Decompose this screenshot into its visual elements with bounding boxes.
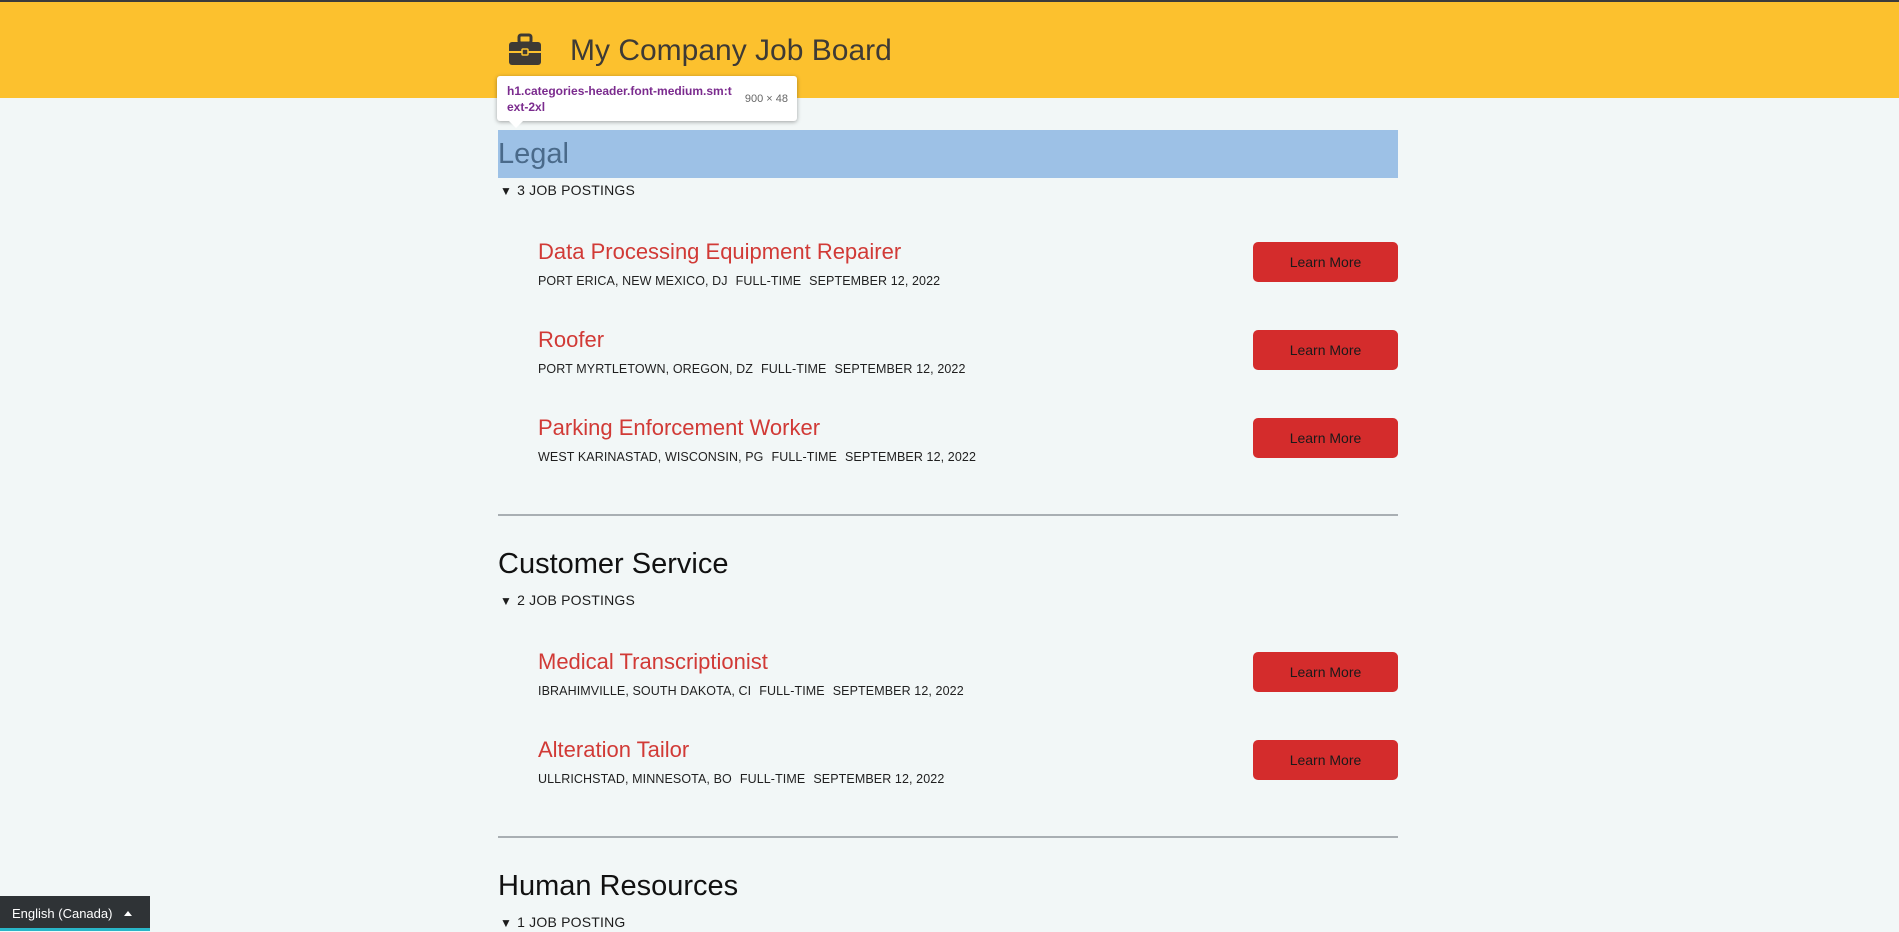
job-type: FULL-TIME [759, 684, 825, 698]
category-header-legal: Legal [498, 130, 1398, 178]
caret-up-icon [124, 911, 132, 916]
job-type: FULL-TIME [735, 274, 802, 288]
postings-count-label: 2 JOB POSTINGS [517, 592, 636, 608]
postings-toggle-legal[interactable]: ▼ 3 JOB POSTINGS [500, 181, 635, 200]
triangle-down-icon: ▼ [500, 184, 513, 198]
job-title-link[interactable]: Roofer [538, 326, 604, 354]
briefcase-icon [509, 33, 541, 65]
learn-more-button[interactable]: Learn More [1253, 652, 1398, 692]
devtools-element-tooltip: h1.categories-header.font-medium.sm:text… [497, 76, 797, 128]
job-type: FULL-TIME [739, 772, 806, 786]
job-date: SEPTEMBER 12, 2022 [834, 362, 966, 376]
tooltip-selector-text: h1.categories-header.font-medium.sm:text… [507, 84, 732, 114]
job-type: FULL-TIME [771, 450, 837, 464]
job-location: WEST KARINASTAD, WISCONSIN, PG [538, 450, 764, 464]
category-header-human-resources: Human Resources [498, 870, 739, 902]
learn-more-button[interactable]: Learn More [1253, 740, 1398, 780]
job-title-link[interactable]: Data Processing Equipment Repairer [538, 238, 901, 266]
job-meta: PORT ERICA, NEW MEXICO, DJ FULL-TIME SEPTE… [538, 273, 948, 289]
triangle-down-icon: ▼ [500, 594, 513, 608]
postings-toggle-customer-service[interactable]: ▼ 2 JOB POSTINGS [500, 591, 635, 610]
job-location: PORT ERICA, NEW MEXICO, DJ [538, 274, 728, 288]
job-meta: PORT MYRTLETOWN, OREGON, DZ FULL-TIME SEPT… [538, 361, 974, 377]
job-location: ULLRICHSTAD, MINNESOTA, BO [538, 772, 732, 786]
postings-toggle-human-resources[interactable]: ▼ 1 JOB POSTING [500, 913, 625, 932]
postings-count-label: 3 JOB POSTINGS [517, 182, 636, 198]
learn-more-button[interactable]: Learn More [1253, 418, 1398, 458]
job-meta: WEST KARINASTAD, WISCONSIN, PG FULL-TIME S… [538, 449, 984, 465]
language-label: English (Canada) [12, 906, 113, 921]
job-title-link[interactable]: Parking Enforcement Worker [538, 414, 820, 442]
job-meta: ULLRICHSTAD, MINNESOTA, BO FULL-TIME SEPTE… [538, 771, 952, 787]
site-title[interactable]: My Company Job Board [570, 31, 892, 71]
postings-count-label: 1 JOB POSTING [517, 914, 626, 930]
site-header: My Company Job Board [0, 2, 1899, 98]
job-date: SEPTEMBER 12, 2022 [832, 684, 964, 698]
section-divider [498, 836, 1398, 838]
learn-more-button[interactable]: Learn More [1253, 242, 1398, 282]
job-meta: IBRAHIMVILLE, SOUTH DAKOTA, CI FULL-TIME S… [538, 683, 972, 699]
language-selector[interactable]: English (Canada) [0, 896, 150, 931]
job-title-link[interactable]: Medical Transcriptionist [538, 648, 768, 676]
job-location: IBRAHIMVILLE, SOUTH DAKOTA, CI [538, 684, 752, 698]
tooltip-size-text: 900 × 48 [744, 93, 788, 105]
section-divider [498, 514, 1398, 516]
job-date: SEPTEMBER 12, 2022 [844, 450, 977, 464]
job-date: SEPTEMBER 12, 2022 [809, 274, 941, 288]
job-title-link[interactable]: Alteration Tailor [538, 736, 689, 764]
job-type: FULL-TIME [761, 362, 827, 376]
learn-more-button[interactable]: Learn More [1253, 330, 1398, 370]
job-location: PORT MYRTLETOWN, OREGON, DZ [538, 362, 753, 376]
triangle-down-icon: ▼ [500, 916, 513, 930]
job-date: SEPTEMBER 12, 2022 [813, 772, 945, 786]
category-header-customer-service: Customer Service [498, 548, 729, 580]
